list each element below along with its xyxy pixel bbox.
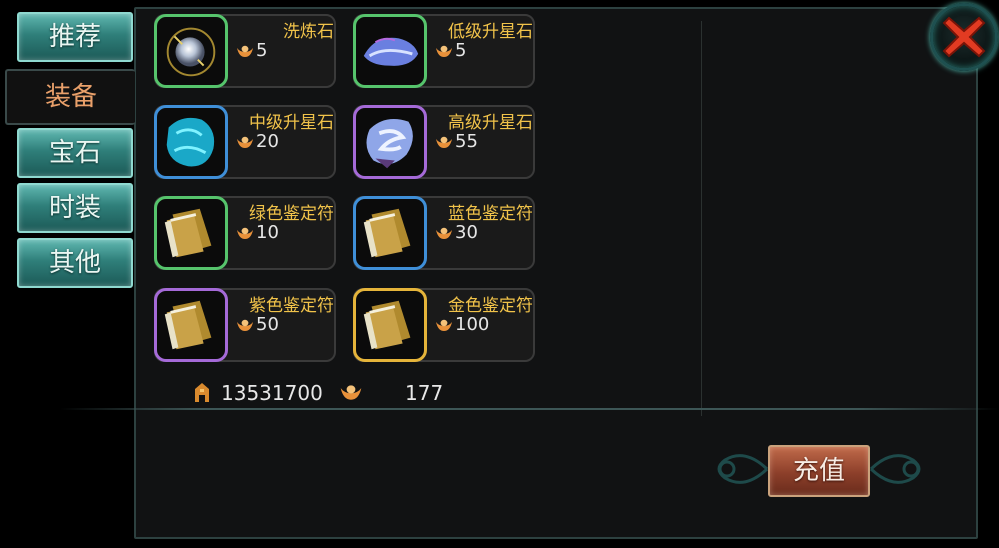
ingot-icon	[237, 319, 253, 331]
close-icon	[942, 16, 986, 58]
tab-fashion[interactable]: 时装	[17, 183, 133, 233]
item-icon-frame	[353, 196, 427, 270]
item-card-6[interactable]: 蓝色鉴定符 30	[353, 196, 535, 270]
item-icon-frame	[353, 288, 427, 362]
item-name: 低级升星石	[448, 22, 533, 42]
recharge-area: 充值	[705, 438, 933, 500]
item-card-5[interactable]: 绿色鉴定符 10	[154, 196, 336, 270]
item-card-1[interactable]: 洗炼石 5	[154, 14, 336, 88]
item-name: 高级升星石	[448, 113, 533, 133]
ingot-icon	[237, 45, 253, 57]
item-price: 10	[256, 222, 279, 243]
item-icon-frame	[154, 196, 228, 270]
footer-divider	[60, 408, 999, 410]
item-name: 金色鉴定符	[448, 296, 533, 316]
wash-stone-icon	[166, 27, 216, 77]
item-icon-frame	[154, 105, 228, 179]
item-card-2[interactable]: 低级升星石 5	[353, 14, 535, 88]
ingot-icon	[436, 227, 452, 239]
high-star-stone-icon	[366, 119, 413, 169]
item-name: 蓝色鉴定符	[448, 204, 533, 224]
item-price: 30	[455, 222, 478, 243]
tab-gems[interactable]: 宝石	[17, 128, 133, 178]
item-card-7[interactable]: 紫色鉴定符 50	[154, 288, 336, 362]
scroll-icon	[363, 208, 411, 258]
scroll-icon	[164, 300, 212, 350]
item-card-4[interactable]: 高级升星石 55	[353, 105, 535, 179]
ingot-icon	[237, 136, 253, 148]
ingot-amount: 177	[405, 381, 444, 405]
item-card-3[interactable]: 中级升星石 20	[154, 105, 336, 179]
ingot-icon	[436, 45, 452, 57]
item-icon-frame	[353, 105, 427, 179]
item-card-8[interactable]: 金色鉴定符 100	[353, 288, 535, 362]
tab-recommended[interactable]: 推荐	[17, 12, 133, 62]
ingot-icon	[436, 136, 452, 148]
item-price: 55	[455, 131, 478, 152]
item-price: 5	[455, 40, 467, 61]
ingot-icon	[436, 319, 452, 331]
ingot-icon	[340, 385, 362, 400]
tab-equipment[interactable]: 装备	[5, 69, 135, 125]
recharge-button[interactable]: 充值	[768, 445, 870, 497]
ingot-icon	[237, 227, 253, 239]
low-star-stone-icon	[363, 37, 419, 66]
tab-other[interactable]: 其他	[17, 238, 133, 288]
item-name: 中级升星石	[249, 113, 334, 133]
scroll-icon	[363, 300, 411, 350]
item-price: 5	[256, 40, 268, 61]
item-name: 紫色鉴定符	[249, 296, 334, 316]
item-price: 50	[256, 314, 279, 335]
item-price: 100	[455, 314, 490, 335]
close-button[interactable]	[930, 3, 998, 71]
item-icon-frame	[353, 14, 427, 88]
item-icon-frame	[154, 14, 228, 88]
scroll-icon	[164, 208, 212, 258]
mid-star-stone-icon	[166, 117, 215, 167]
item-icon-frame	[154, 288, 228, 362]
item-name: 绿色鉴定符	[249, 204, 334, 224]
item-name: 洗炼石	[283, 22, 334, 42]
item-price: 20	[256, 131, 279, 152]
gold-amount: 13531700	[221, 381, 323, 405]
gold-coin-icon	[195, 383, 209, 402]
column-divider	[701, 21, 702, 416]
